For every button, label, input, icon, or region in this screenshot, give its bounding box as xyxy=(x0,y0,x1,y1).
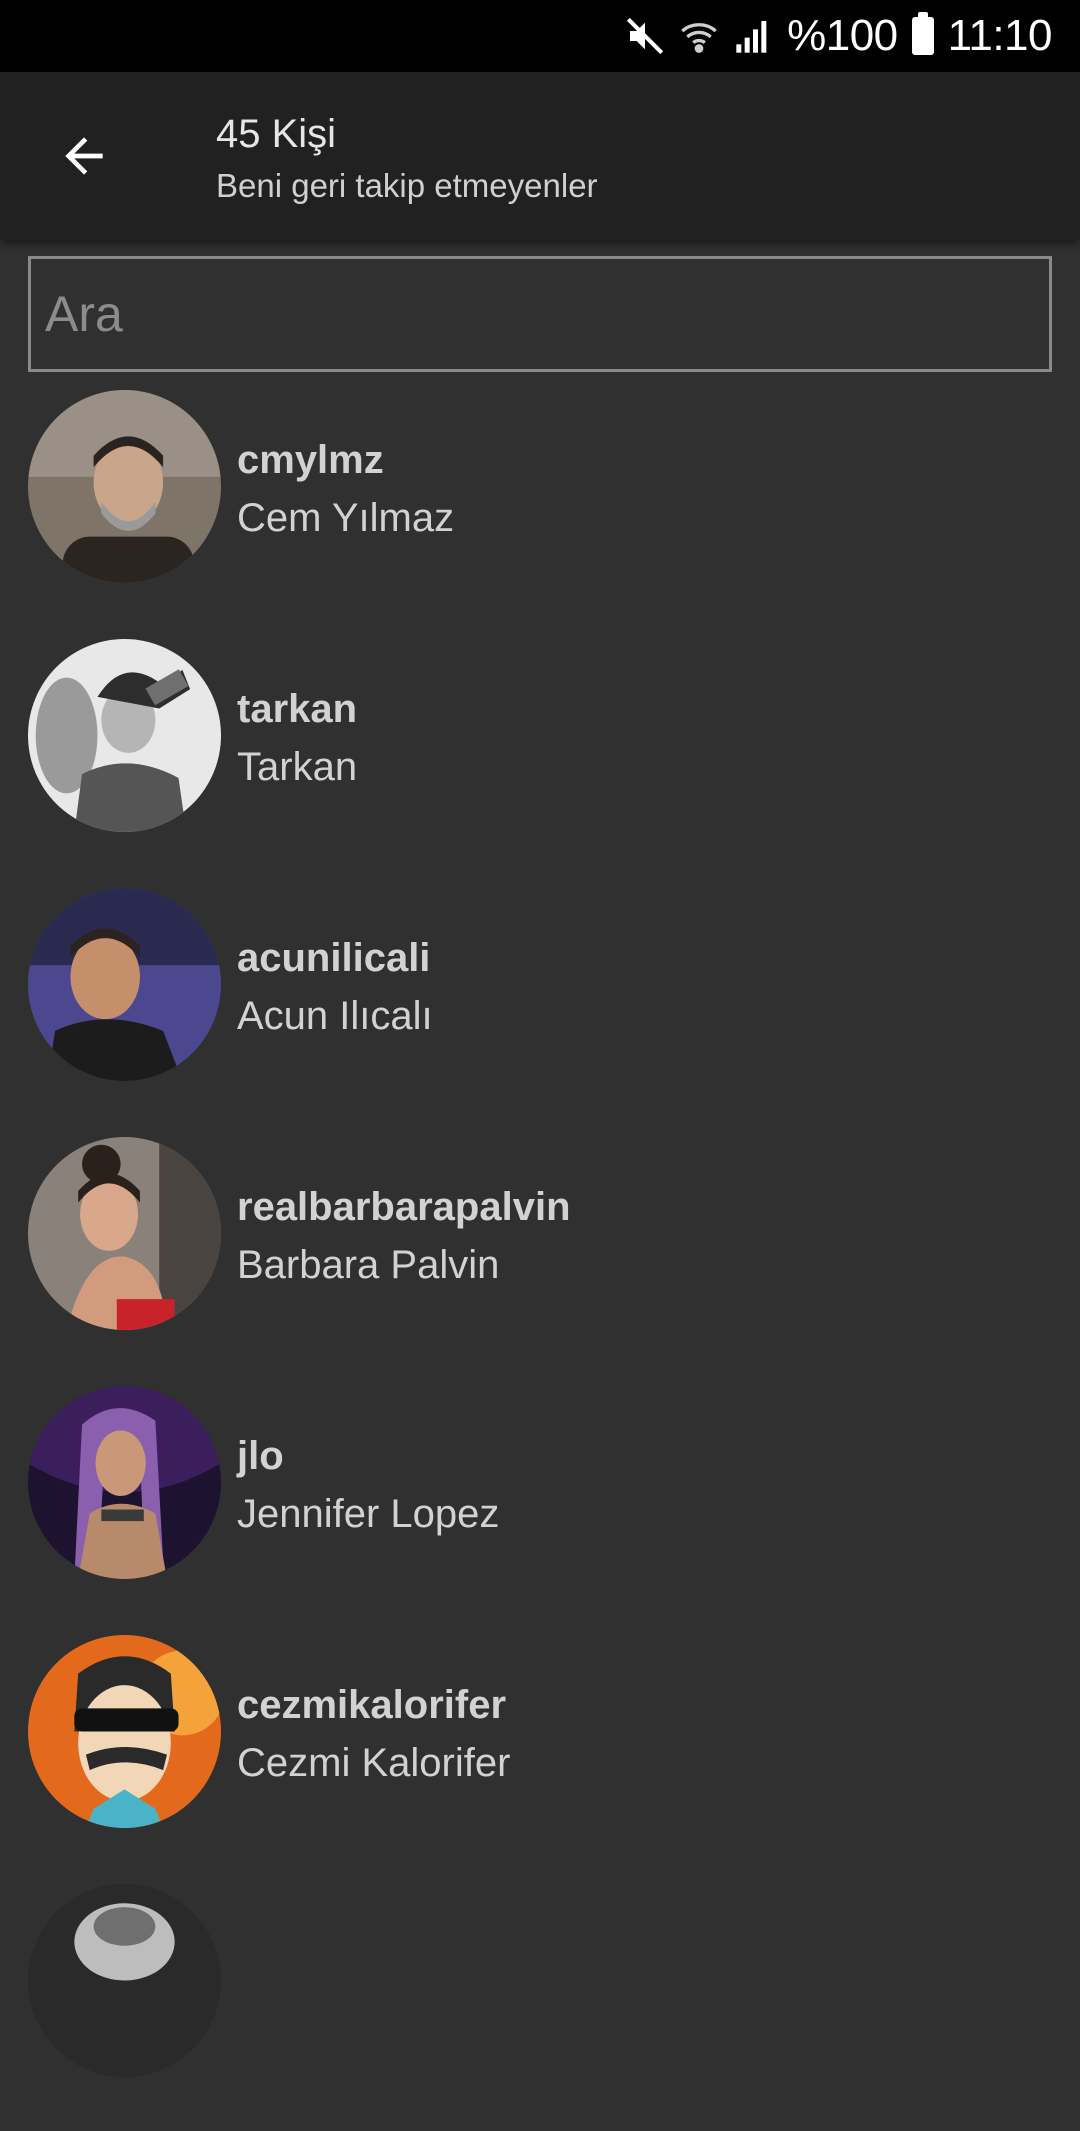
list-item[interactable]: tarkan Tarkan xyxy=(0,637,1080,886)
avatar-image xyxy=(28,1386,221,1579)
avatar-image xyxy=(28,888,221,1081)
avatar xyxy=(28,888,221,1081)
search-input[interactable] xyxy=(45,259,1049,369)
wifi-icon xyxy=(679,16,719,56)
list-item[interactable]: cmylmz Cem Yılmaz xyxy=(0,388,1080,637)
arrow-back-icon xyxy=(65,137,103,175)
battery-icon xyxy=(911,12,934,55)
username: cezmikalorifer xyxy=(237,1683,507,1727)
full-name: Cem Yılmaz xyxy=(237,496,455,540)
back-button[interactable] xyxy=(36,108,132,204)
avatar-image xyxy=(28,1884,221,2077)
title-block: 45 Kişi Beni geri takip etmeyenler xyxy=(216,110,598,206)
avatar-image xyxy=(28,390,221,583)
avatar-image xyxy=(28,1137,221,1330)
list-item[interactable]: cezmikalorifer Cezmi Kalorifer xyxy=(0,1633,1080,1882)
full-name: Barbara Palvin xyxy=(237,1243,500,1287)
avatar xyxy=(28,1386,221,1579)
avatar xyxy=(28,1635,221,1828)
full-name: Cezmi Kalorifer xyxy=(237,1741,511,1785)
username: jlo xyxy=(237,1434,284,1478)
list-item[interactable]: realbarbarapalvin Barbara Palvin xyxy=(0,1135,1080,1384)
list-item[interactable]: acunilicali Acun Ilıcalı xyxy=(0,886,1080,1135)
full-name: Jennifer Lopez xyxy=(237,1492,500,1536)
page-title: 45 Kişi xyxy=(216,112,337,156)
user-list: cmylmz Cem Yılmaz tarkan Tarkan acunilic… xyxy=(0,388,1080,2131)
app-bar: 45 Kişi Beni geri takip etmeyenler xyxy=(0,72,1080,240)
battery-percent: %100 xyxy=(787,11,898,60)
signal-icon xyxy=(733,16,773,56)
list-item-partial[interactable] xyxy=(0,1882,1080,2131)
status-bar: %100 11:10 xyxy=(0,0,1080,72)
avatar xyxy=(28,1137,221,1330)
avatar-image xyxy=(28,1635,221,1828)
avatar xyxy=(28,639,221,832)
username: cmylmz xyxy=(237,438,384,482)
page-subtitle: Beni geri takip etmeyenler xyxy=(216,167,598,204)
search-box[interactable] xyxy=(28,256,1052,372)
username: acunilicali xyxy=(237,936,431,980)
mute-icon xyxy=(625,16,665,56)
avatar xyxy=(28,1884,221,2077)
clock: 11:10 xyxy=(947,11,1053,60)
full-name: Acun Ilıcalı xyxy=(237,994,433,1038)
avatar-image xyxy=(28,639,221,832)
avatar xyxy=(28,390,221,583)
list-item[interactable]: jlo Jennifer Lopez xyxy=(0,1384,1080,1633)
username: realbarbarapalvin xyxy=(237,1185,571,1229)
full-name: Tarkan xyxy=(237,745,358,789)
username: tarkan xyxy=(237,687,358,731)
